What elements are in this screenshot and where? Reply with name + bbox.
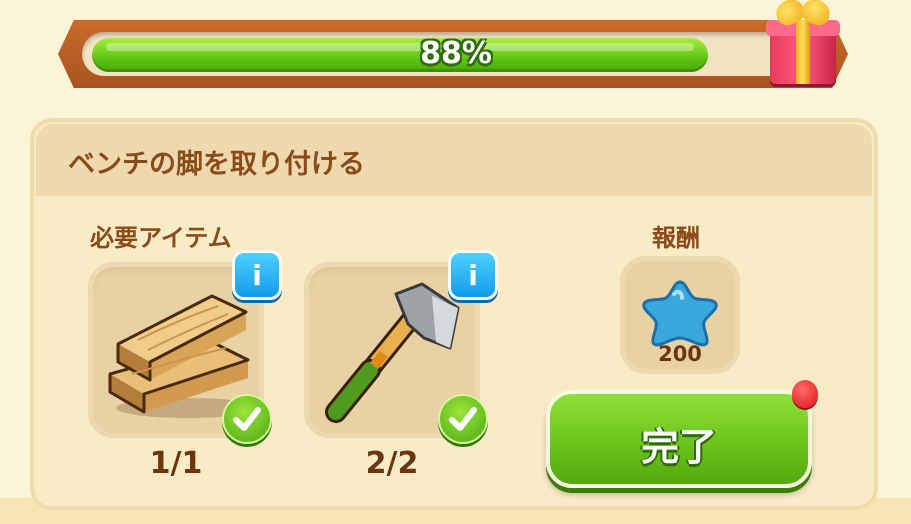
reward-heading: 報酬 [652,224,700,252]
check-icon-axe [438,394,488,444]
complete-button-label: 完了 [640,425,717,469]
complete-button[interactable]: 完了 [546,390,812,488]
info-button-wood[interactable]: i [232,250,282,300]
progress-label: 88% [420,36,492,71]
task-title: ベンチの脚を取り付ける [68,149,365,180]
required-count-axe: 2/2 [365,446,419,481]
check-icon-wood [222,394,272,444]
reward-amount: 200 [658,342,702,366]
notification-dot-icon [792,380,818,408]
gift-box-icon[interactable] [764,0,842,88]
info-button-axe[interactable]: i [448,250,498,300]
required-count-wood: 1/1 [149,446,203,481]
required-items-heading: 必要アイテム [90,224,232,252]
